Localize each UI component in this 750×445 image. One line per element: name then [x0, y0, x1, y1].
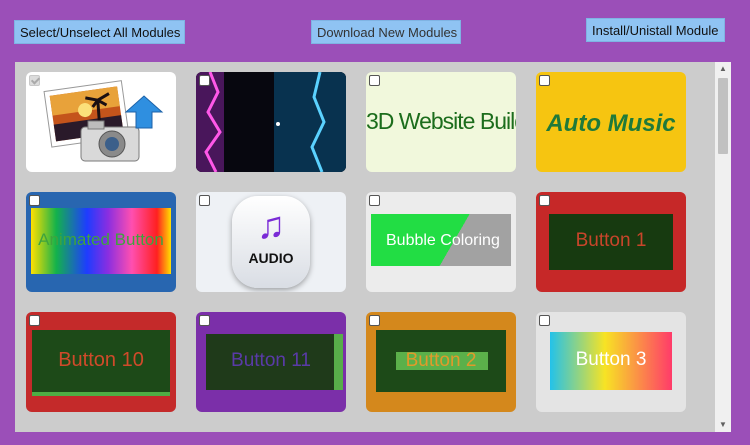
module-title: Animated Button — [38, 230, 164, 249]
scroll-down-arrow-icon[interactable]: ▼ — [715, 418, 731, 432]
module-checkbox[interactable] — [539, 195, 550, 206]
module-checkbox[interactable] — [369, 315, 380, 326]
module-checkbox[interactable] — [369, 75, 380, 86]
module-checkbox[interactable] — [29, 195, 40, 206]
module-title: Button 10 — [58, 349, 144, 371]
module-checkbox[interactable] — [199, 195, 210, 206]
vertical-scrollbar[interactable]: ▲ ▼ — [715, 62, 731, 432]
module-tile-5[interactable]: Animated Button — [26, 192, 176, 292]
module-tile-6[interactable]: ♫ AUDIO — [196, 192, 346, 292]
module-title: Button 3 — [575, 349, 647, 370]
select-all-button[interactable]: Select/Unselect All Modules — [14, 20, 185, 44]
module-tile-7[interactable]: Bubble Coloring — [366, 192, 516, 292]
module-checkbox[interactable] — [29, 75, 40, 86]
scroll-up-arrow-icon[interactable]: ▲ — [715, 62, 731, 76]
module-checkbox[interactable] — [539, 75, 550, 86]
module-tile-8[interactable]: Button 1 — [536, 192, 686, 292]
modules-grid: 3D Website Builder Auto Music Animated B… — [15, 62, 731, 432]
module-checkbox[interactable] — [369, 195, 380, 206]
module-tile-10[interactable]: Button 11 — [196, 312, 346, 412]
module-tile-1[interactable] — [26, 72, 176, 172]
module-title: Button 2 — [405, 350, 477, 371]
module-title: 3D Website Builder — [366, 108, 516, 134]
module-title: Button 1 — [575, 230, 647, 251]
install-module-button[interactable]: Install/Unistall Module — [586, 18, 725, 42]
module-checkbox[interactable] — [539, 315, 550, 326]
module-title: Bubble Coloring — [386, 232, 500, 249]
scrollbar-thumb[interactable] — [718, 78, 728, 154]
module-title: AUDIO — [248, 250, 294, 266]
module-checkbox[interactable] — [29, 315, 40, 326]
module-tile-12[interactable]: Button 3 — [536, 312, 686, 412]
module-tile-9[interactable]: Button 10 — [26, 312, 176, 412]
visualizer-image — [196, 72, 346, 172]
download-modules-button[interactable]: Download New Modules — [311, 20, 461, 44]
module-tile-11[interactable]: Button 2 — [366, 312, 516, 412]
photo-camera-upload-icon — [43, 80, 164, 162]
module-checkbox[interactable] — [199, 315, 210, 326]
music-note-icon: ♫ — [256, 205, 286, 247]
module-title: Auto Music — [546, 110, 676, 137]
module-tile-3[interactable]: 3D Website Builder — [366, 72, 516, 172]
module-title: Button 11 — [231, 350, 311, 371]
module-tile-2[interactable] — [196, 72, 346, 172]
module-checkbox[interactable] — [199, 75, 210, 86]
module-tile-4[interactable]: Auto Music — [536, 72, 686, 172]
